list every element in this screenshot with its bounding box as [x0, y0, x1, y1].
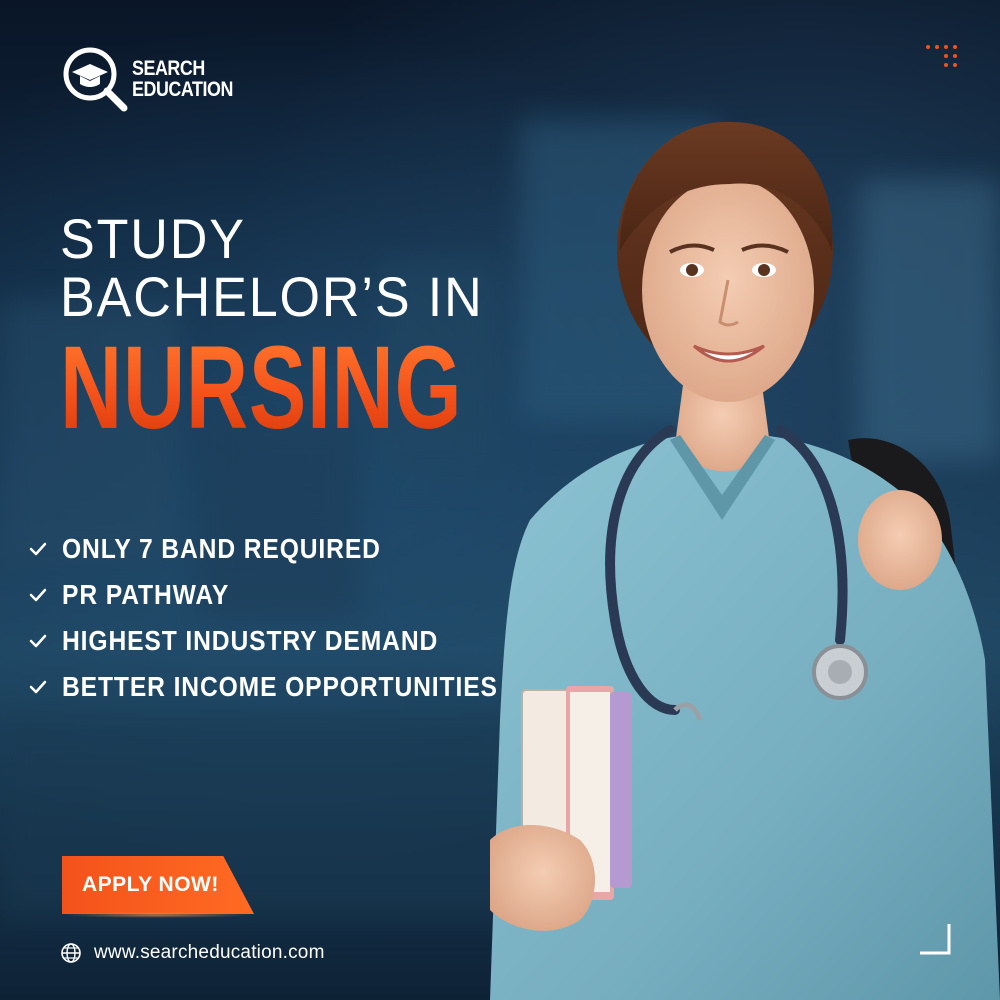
list-item: ONLY 7 BAND REQUIRED: [28, 526, 557, 572]
benefits-list: ONLY 7 BAND REQUIRED PR PATHWAY HIGHEST …: [28, 526, 557, 710]
brand-name: SEARCH EDUCATION: [132, 58, 233, 100]
check-icon: [29, 588, 47, 602]
headline: STUDY BACHELOR’S IN NURSING: [60, 207, 611, 454]
corner-bracket-icon: [920, 924, 951, 955]
website-row: www.searcheducation.com: [60, 942, 325, 964]
headline-line-nursing: NURSING: [60, 322, 463, 454]
check-icon: [29, 634, 47, 648]
headline-line-bachelors: BACHELOR’S IN: [60, 265, 484, 328]
benefit-label: BETTER INCOME OPPORTUNITIES: [62, 671, 498, 702]
magnifier-graduation-cap-icon: [63, 47, 128, 112]
list-item: PR PATHWAY: [28, 572, 557, 618]
dot-grid-icon: [926, 45, 957, 67]
benefit-label: PR PATHWAY: [62, 579, 230, 610]
list-item: HIGHEST INDUSTRY DEMAND: [28, 618, 557, 664]
brand-name-line1: SEARCH: [132, 57, 205, 80]
brand-logo: SEARCH EDUCATION: [60, 44, 251, 114]
button-glow: [62, 912, 252, 918]
poster-canvas: SEARCH EDUCATION STUDY BACHELOR’S IN NUR…: [0, 0, 1000, 1000]
check-icon: [29, 542, 47, 556]
list-item: BETTER INCOME OPPORTUNITIES: [28, 664, 557, 710]
check-icon: [29, 680, 47, 694]
brand-name-line2: EDUCATION: [132, 78, 233, 101]
globe-icon: [61, 943, 81, 963]
benefit-label: ONLY 7 BAND REQUIRED: [62, 533, 381, 564]
benefit-label: HIGHEST INDUSTRY DEMAND: [62, 625, 439, 656]
apply-now-button[interactable]: APPLY NOW!: [62, 856, 254, 914]
website-link[interactable]: www.searcheducation.com: [94, 942, 325, 964]
headline-line-study: STUDY: [60, 207, 246, 270]
